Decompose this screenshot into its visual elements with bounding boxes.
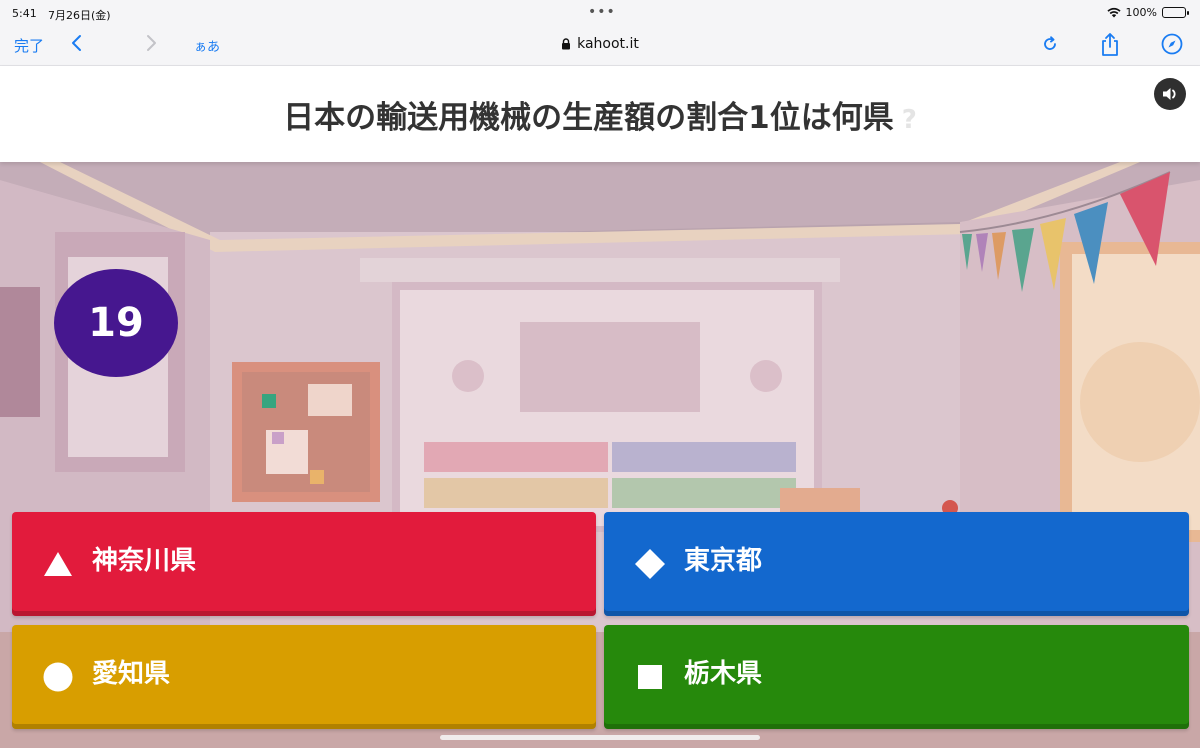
url-text: kahoot.it (577, 36, 639, 52)
wifi-icon (1106, 7, 1121, 18)
status-date: 7月26日(金) (48, 9, 111, 22)
text-size-button[interactable]: ぁあ (194, 36, 220, 55)
battery-percent: 100% (1125, 6, 1157, 19)
back-button[interactable] (66, 30, 88, 60)
share-button[interactable] (1098, 30, 1122, 62)
status-bar: 5:41 7月26日(金) ••• 100% (0, 0, 1200, 26)
answer-button-blue[interactable]: 東京都 (604, 512, 1189, 616)
share-icon (1102, 33, 1118, 56)
address-bar[interactable]: kahoot.it (530, 34, 670, 54)
game-stage: 19 神奈川県 東京都 愛知県 栃木県 (0, 162, 1200, 748)
forward-button[interactable] (140, 30, 162, 60)
chevron-left-icon (72, 35, 81, 51)
countdown-timer: 19 (54, 269, 178, 377)
chevron-right-icon (147, 35, 156, 51)
question-mark: ? (901, 105, 917, 135)
lock-icon (561, 38, 571, 50)
answer-button-red[interactable]: 神奈川県 (12, 512, 596, 616)
status-right: 100% (1106, 6, 1189, 19)
battery-icon (1162, 7, 1189, 18)
browser-toolbar: 完了 ぁあ kahoot.it (0, 26, 1200, 66)
answer-button-yellow[interactable]: 愛知県 (12, 625, 596, 729)
reload-button[interactable] (1040, 34, 1060, 58)
speaker-icon (1163, 88, 1176, 100)
question-title: 日本の輸送用機械の生産額の割合1位は何県? (0, 92, 1200, 137)
triangle-icon (42, 548, 74, 580)
answer-label: 神奈川県 (92, 545, 197, 576)
compass-icon (1161, 33, 1183, 55)
square-icon (634, 661, 666, 693)
multitask-dots[interactable]: ••• (588, 4, 616, 20)
diamond-icon (634, 548, 666, 580)
sound-toggle-button[interactable] (1154, 78, 1186, 110)
question-header: 日本の輸送用機械の生産額の割合1位は何県? (0, 66, 1200, 162)
bookmarks-compass-button[interactable] (1160, 32, 1184, 60)
done-button[interactable]: 完了 (14, 35, 44, 56)
answer-label: 愛知県 (92, 658, 171, 689)
home-indicator[interactable] (440, 735, 760, 740)
answer-button-green[interactable]: 栃木県 (604, 625, 1189, 729)
answer-label: 栃木県 (684, 658, 763, 689)
circle-icon (42, 661, 74, 693)
question-text: 日本の輸送用機械の生産額の割合1位は何県 (283, 100, 894, 136)
status-time: 5:41 (12, 7, 37, 20)
reload-icon (1044, 36, 1056, 50)
answer-label: 東京都 (684, 545, 763, 576)
